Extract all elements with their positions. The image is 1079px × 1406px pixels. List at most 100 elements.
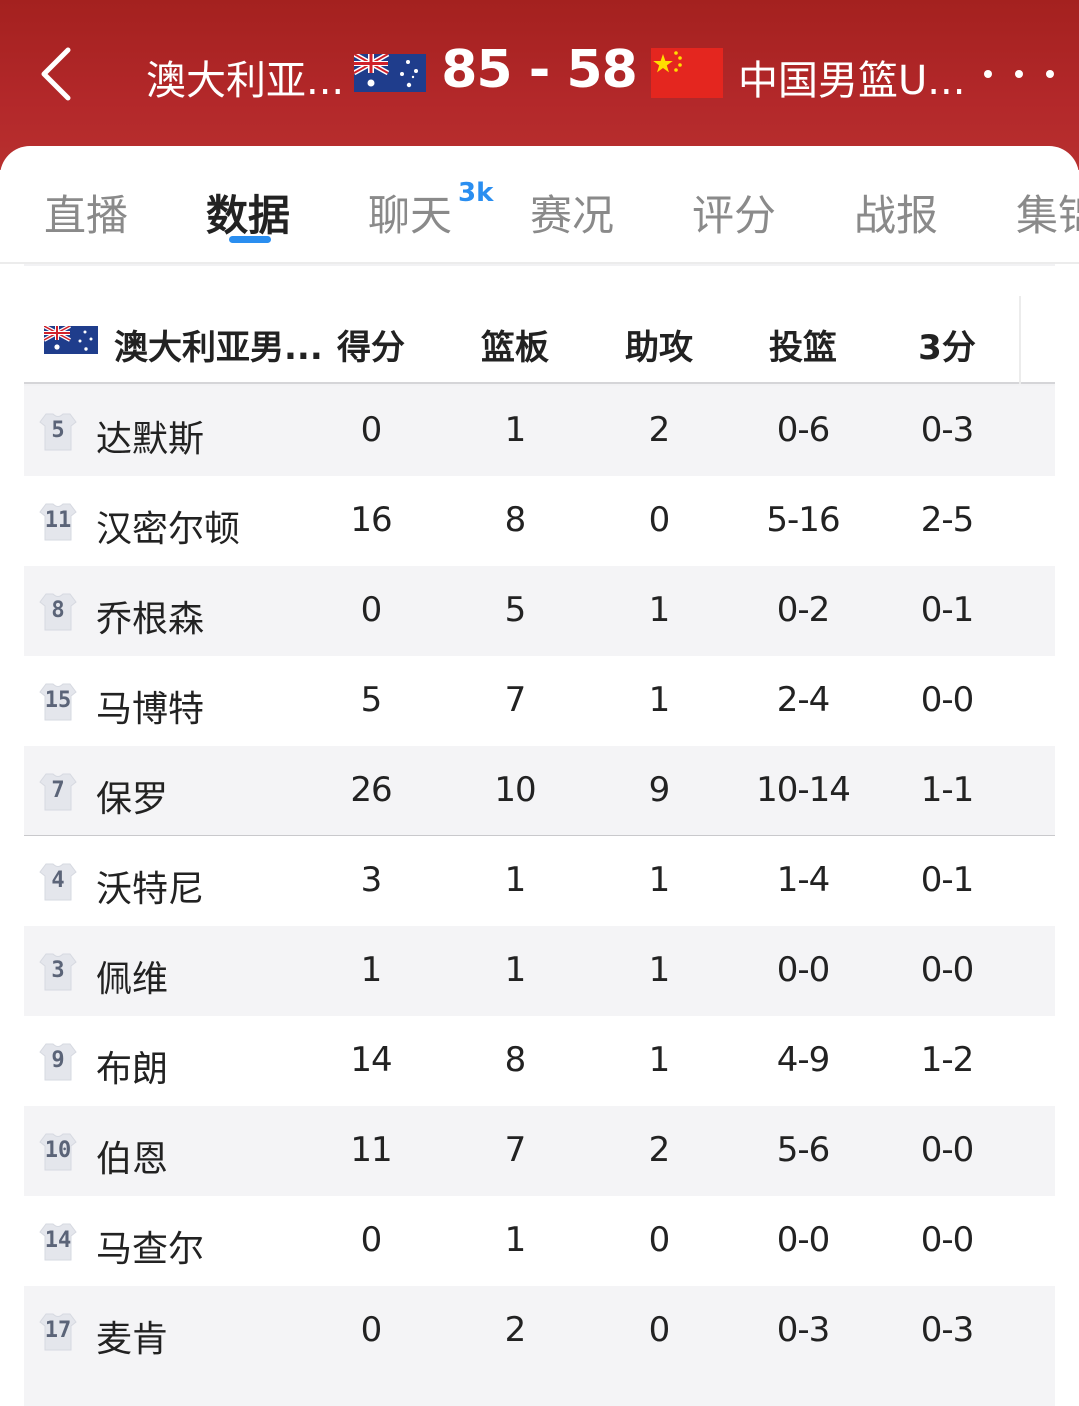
stat-rebounds: 1: [504, 1220, 527, 1260]
stat-rebounds: 2: [504, 1310, 527, 1350]
tab-match-status[interactable]: 赛况: [530, 182, 614, 243]
column-divider: [1019, 296, 1021, 384]
stat-rebounds: 10: [494, 770, 536, 810]
stat-points: 16: [350, 500, 392, 540]
stat-assists: 2: [648, 410, 671, 450]
active-tab-indicator: [229, 236, 271, 243]
stat-three-pointers: 0-3: [920, 1310, 975, 1350]
stat-three-pointers: 0-0: [920, 950, 975, 990]
stat-field-goals: 5-16: [766, 500, 840, 540]
player-name[interactable]: 达默斯: [96, 410, 204, 462]
stat-points: 1: [360, 950, 383, 990]
player-name[interactable]: 佩维: [96, 950, 168, 1002]
stat-assists: 1: [648, 680, 671, 720]
jersey-icon: 7: [38, 772, 78, 812]
stat-points: 26: [350, 770, 392, 810]
jersey-number: 7: [51, 778, 65, 803]
australia-flag-icon: [352, 51, 426, 92]
jersey-number: 10: [44, 1138, 72, 1163]
player-name[interactable]: 保罗: [96, 770, 168, 822]
tab-highlights[interactable]: 集锦: [1016, 182, 1079, 243]
jersey-icon: 5: [38, 412, 78, 452]
stat-points: 0: [360, 590, 383, 630]
australia-flag-icon: [43, 324, 98, 354]
player-name[interactable]: 乔根森: [96, 590, 204, 642]
player-name[interactable]: 伯恩: [96, 1130, 168, 1182]
table-row[interactable]: 8 乔根森 0 5 1 0-2 0-1: [24, 566, 1055, 656]
stat-three-pointers: 0-0: [920, 1130, 975, 1170]
home-team-name[interactable]: 澳大利亚...: [146, 48, 346, 106]
stat-points: 3: [360, 860, 383, 900]
player-name[interactable]: 汉密尔顿: [96, 500, 240, 552]
stat-assists: 9: [648, 770, 671, 810]
stat-field-goals: 0-0: [776, 1220, 831, 1260]
player-name[interactable]: 麦肯: [96, 1310, 168, 1362]
table-row[interactable]: 17 麦肯 0 2 0 0-3 0-3: [24, 1286, 1055, 1376]
more-dots-icon[interactable]: [984, 64, 1054, 84]
player-name[interactable]: 布朗: [96, 1040, 168, 1092]
stat-assists: 0: [648, 1310, 671, 1350]
table-top-strip: [24, 266, 1055, 296]
stat-rebounds: 1: [504, 410, 527, 450]
stat-field-goals: 0-0: [776, 950, 831, 990]
column-header-assists[interactable]: 助攻: [589, 320, 729, 369]
stat-assists: 0: [648, 500, 671, 540]
stat-field-goals: 4-9: [776, 1040, 831, 1080]
jersey-number: 3: [51, 958, 65, 983]
stat-points: 5: [360, 680, 383, 720]
table-row[interactable]: 5 达默斯 0 1 2 0-6 0-3: [24, 386, 1055, 476]
table-row[interactable]: 11 汉密尔顿 16 8 0 5-16 2-5: [24, 476, 1055, 566]
stat-points: 14: [350, 1040, 392, 1080]
player-name[interactable]: 沃特尼: [96, 860, 204, 912]
stat-points: 11: [350, 1130, 392, 1170]
jersey-number: 14: [44, 1228, 72, 1253]
table-row[interactable]: 7 保罗 26 10 9 10-14 1-1: [24, 746, 1055, 837]
tab-live[interactable]: 直播: [44, 182, 128, 243]
back-arrow-icon[interactable]: [34, 44, 84, 104]
column-header-points[interactable]: 得分: [301, 320, 441, 369]
column-header-field-goals[interactable]: 投篮: [733, 320, 873, 369]
stat-rebounds: 8: [504, 500, 527, 540]
tab-report[interactable]: 战报: [854, 182, 938, 243]
jersey-number: 15: [44, 688, 72, 713]
table-row[interactable]: [24, 1376, 1055, 1406]
table-header: 澳大利亚男... 得分 篮板 助攻 投篮 3分: [24, 296, 1055, 384]
jersey-icon: 3: [38, 952, 78, 992]
tab-chat[interactable]: 聊天: [368, 182, 452, 243]
tab-stats[interactable]: 数据: [206, 182, 290, 243]
table-row[interactable]: 9 布朗 14 8 1 4-9 1-2: [24, 1016, 1055, 1106]
column-header-three-pointers[interactable]: 3分: [877, 320, 1017, 369]
tab-bar: 直播 数据 聊天 3k 赛况 评分 战报 集锦: [0, 146, 1079, 264]
stat-field-goals: 1-4: [776, 860, 831, 900]
jersey-icon: 11: [38, 502, 78, 542]
player-name[interactable]: 马博特: [96, 680, 204, 732]
table-row[interactable]: 3 佩维 1 1 1 0-0 0-0: [24, 926, 1055, 1016]
table-row[interactable]: 4 沃特尼 3 1 1 1-4 0-1: [24, 836, 1055, 926]
stat-three-pointers: 2-5: [920, 500, 975, 540]
stat-field-goals: 5-6: [776, 1130, 831, 1170]
table-row[interactable]: 14 马查尔 0 1 0 0-0 0-0: [24, 1196, 1055, 1286]
tab-ratings[interactable]: 评分: [692, 182, 776, 243]
stat-three-pointers: 0-1: [920, 860, 975, 900]
stat-three-pointers: 1-2: [920, 1040, 975, 1080]
stat-assists: 1: [648, 860, 671, 900]
stat-field-goals: 0-2: [776, 590, 831, 630]
table-row[interactable]: 10 伯恩 11 7 2 5-6 0-0: [24, 1106, 1055, 1196]
stat-assists: 1: [648, 590, 671, 630]
chat-count-badge: 3k: [458, 178, 494, 208]
match-header: 澳大利亚... 85 - 58 中国男篮U...: [0, 0, 1079, 170]
jersey-number: 9: [51, 1048, 65, 1073]
player-name[interactable]: 马查尔: [96, 1220, 204, 1272]
stat-field-goals: 0-3: [776, 1310, 831, 1350]
jersey-icon: 10: [38, 1132, 78, 1172]
stat-three-pointers: 1-1: [920, 770, 975, 810]
jersey-icon: 9: [38, 1042, 78, 1082]
stat-points: 0: [360, 410, 383, 450]
away-team-name[interactable]: 中国男篮U...: [738, 48, 968, 106]
jersey-icon: 15: [38, 682, 78, 722]
stat-rebounds: 1: [504, 860, 527, 900]
column-header-rebounds[interactable]: 篮板: [445, 320, 585, 369]
stat-rebounds: 7: [504, 680, 527, 720]
stat-three-pointers: 0-0: [920, 680, 975, 720]
table-row[interactable]: 15 马博特 5 7 1 2-4 0-0: [24, 656, 1055, 746]
